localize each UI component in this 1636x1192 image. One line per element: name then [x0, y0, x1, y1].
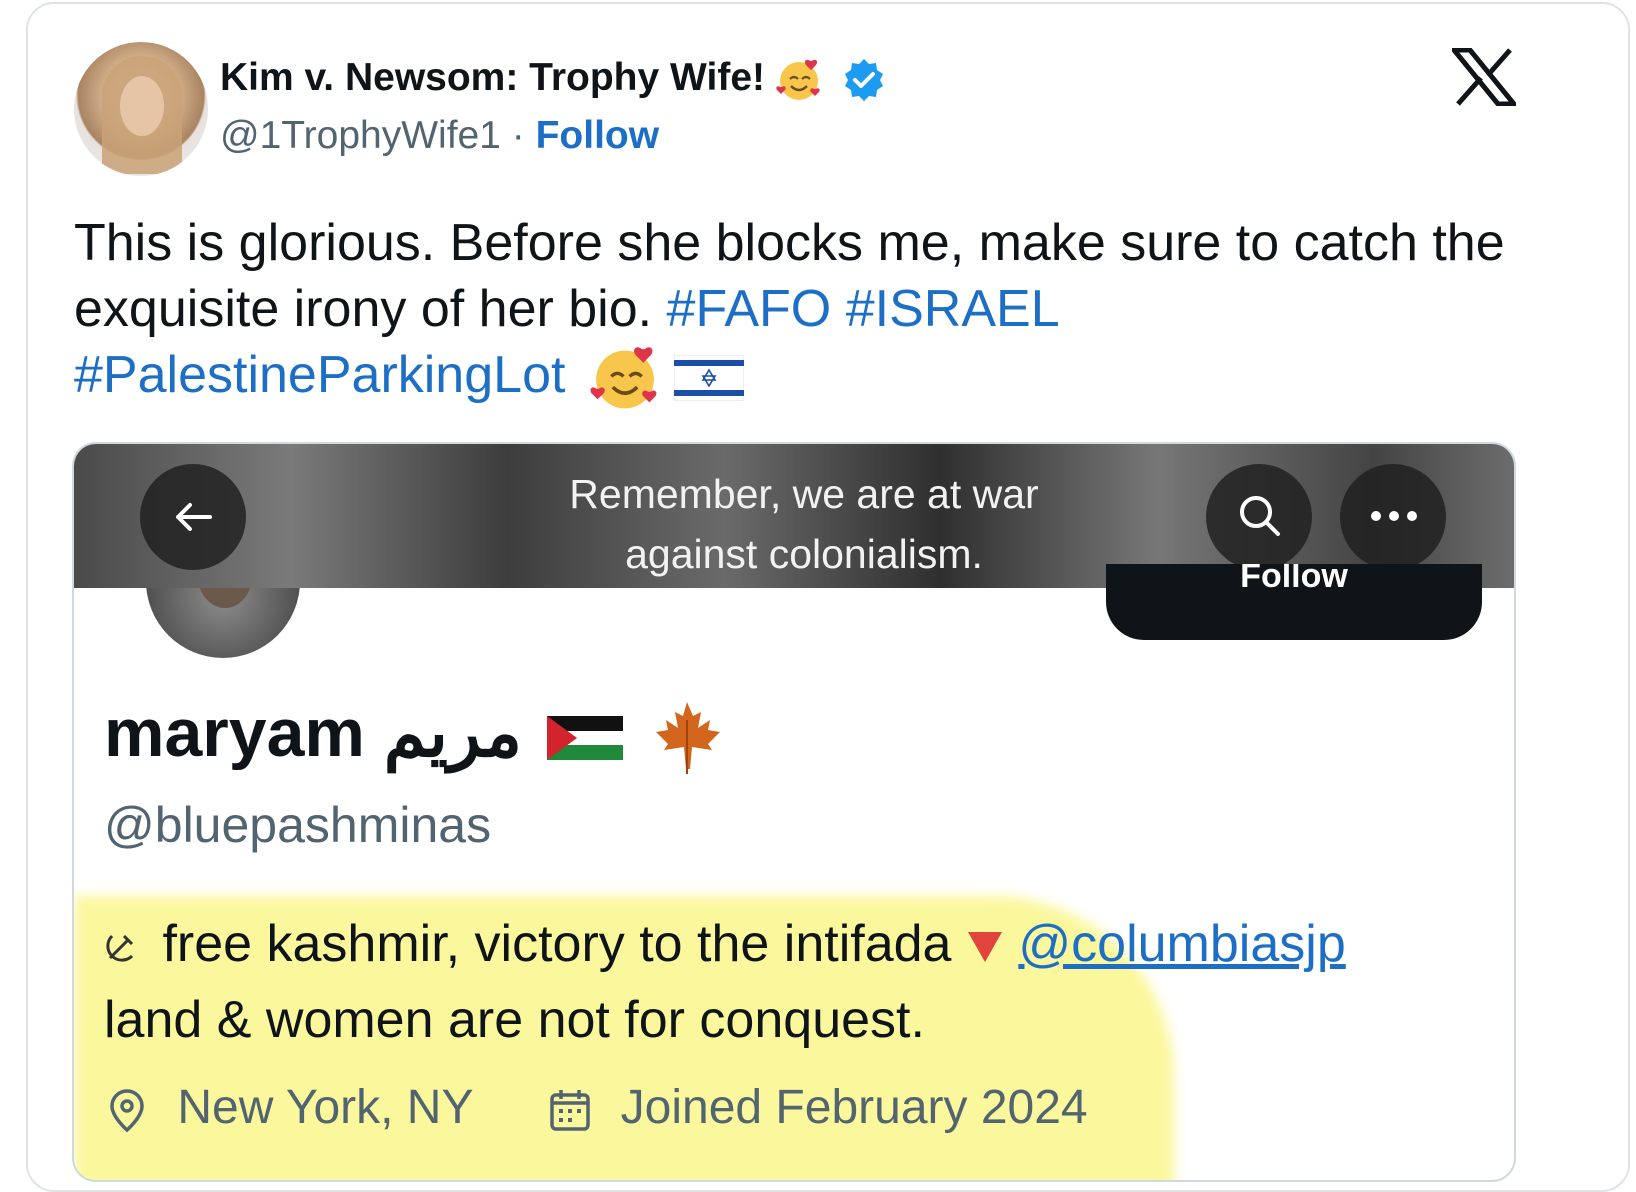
- verified-badge-icon: [844, 58, 883, 101]
- maple-leaf-icon: [655, 702, 720, 775]
- smiling-face-with-hearts-icon: [776, 59, 820, 100]
- tweet-card: Kim v. Newsom: Trophy Wife! @1TrophyWife…: [26, 2, 1630, 1192]
- israel-flag-icon: [674, 355, 745, 402]
- separator-dot: ·: [511, 114, 525, 157]
- arrow-left-icon: [176, 503, 212, 531]
- search-button[interactable]: [1206, 464, 1312, 570]
- hammer-sickle-icon: [106, 935, 134, 962]
- hashtag-palestineparkinglot[interactable]: #PalestineParkingLot: [74, 346, 565, 404]
- back-button[interactable]: [140, 464, 246, 570]
- profile-location: New York, NY: [177, 1081, 473, 1134]
- banner-caption: Remember, we are at war against colonial…: [569, 471, 1039, 577]
- smiling-face-with-hearts-icon: [590, 347, 657, 409]
- hashtag-israel[interactable]: #ISRAEL: [846, 280, 1058, 338]
- embedded-screenshot[interactable]: Remember, we are at war against colonial…: [72, 442, 1516, 1182]
- search-icon: [1240, 496, 1280, 536]
- author-handle-row: @1TrophyWife1 · Follow: [220, 114, 659, 158]
- profile-name-arabic: مريم: [383, 695, 522, 771]
- red-triangle-icon: [967, 932, 1002, 963]
- profile-meta: New York, NY Joined February 2024: [104, 1080, 1088, 1135]
- profile-joined-date: Joined February 2024: [620, 1081, 1088, 1134]
- location-pin-icon: [110, 1089, 144, 1133]
- profile-name: maryam مريم: [104, 694, 722, 776]
- author-display-name[interactable]: Kim v. Newsom: Trophy Wife!: [220, 56, 887, 103]
- hashtag-fafo[interactable]: #FAFO: [667, 280, 832, 338]
- author-handle[interactable]: @1TrophyWife1: [220, 114, 501, 157]
- author-avatar[interactable]: [74, 42, 208, 176]
- profile-follow-button[interactable]: Follow: [1106, 564, 1482, 640]
- follow-link[interactable]: Follow: [536, 114, 659, 157]
- profile-handle: @bluepashminas: [104, 797, 492, 853]
- x-logo-icon[interactable]: [1452, 48, 1516, 106]
- avatar-face: [120, 76, 164, 136]
- profile-bio: free kashmir, victory to the intifada @c…: [104, 915, 1346, 1049]
- mention-columbiasjp[interactable]: @columbiasjp: [1018, 915, 1345, 973]
- palestine-flag-icon: [546, 716, 623, 761]
- ellipsis-icon: [1371, 511, 1417, 521]
- tweet-text: This is glorious. Before she blocks me, …: [74, 210, 1554, 413]
- more-options-button[interactable]: [1340, 464, 1446, 570]
- calendar-icon: [550, 1090, 591, 1132]
